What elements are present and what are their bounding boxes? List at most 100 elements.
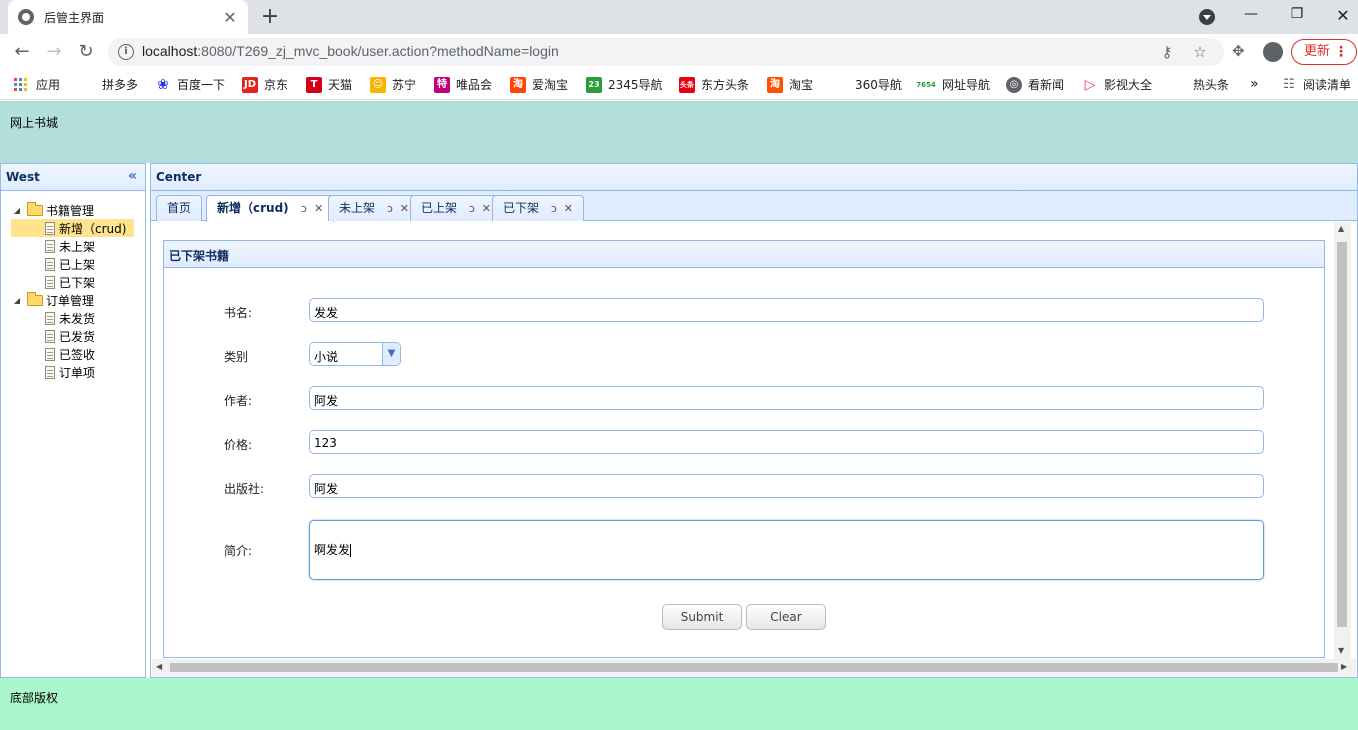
tab-home[interactable]: 首页 xyxy=(156,195,203,221)
7654-icon: 7654 xyxy=(916,80,936,89)
tab-delisted[interactable]: 已下架 ↄ ✕ xyxy=(492,195,584,221)
bookmark-reading-list[interactable]: ☷ 阅读清单 xyxy=(1281,76,1351,93)
bookmark-retoutiao[interactable]: 热头条 xyxy=(1193,76,1229,93)
scroll-left-icon[interactable]: ◀ xyxy=(156,662,162,671)
author-field[interactable]: 阿发 xyxy=(309,386,1264,410)
expand-triangle-icon[interactable]: ◢ xyxy=(11,206,23,215)
intro-label: 简介: xyxy=(224,544,253,558)
tab-refresh-icon[interactable]: ↄ xyxy=(469,202,475,215)
expand-triangle-icon[interactable]: ◢ xyxy=(11,296,23,305)
forward-button[interactable]: → xyxy=(42,41,66,63)
tab-close-icon[interactable]: ✕ xyxy=(314,202,323,215)
more-bookmarks-icon[interactable]: » xyxy=(1250,76,1259,92)
update-button[interactable]: 更新 ⋮ xyxy=(1291,39,1357,65)
tree-node-add-crud[interactable]: 新增（crud) xyxy=(11,219,134,237)
west-panel: West « ◢ 书籍管理 新增（crud) 未上架 已上架 已下架 ◢ 订单管… xyxy=(0,163,146,678)
tab-refresh-icon[interactable]: ↄ xyxy=(387,202,393,215)
form-title: 已下架书籍 xyxy=(169,249,230,263)
tab-add-crud[interactable]: 新增（crud) ↄ ✕ xyxy=(206,195,335,222)
tree-node-book-management[interactable]: ◢ 书籍管理 xyxy=(11,201,145,219)
category-select[interactable]: 小说 ▼ xyxy=(309,342,401,366)
tree-node-shipped[interactable]: 已发货 xyxy=(11,327,145,345)
horizontal-scrollbar[interactable]: ◀ ▶ xyxy=(152,659,1356,676)
restore-button[interactable]: ❐ xyxy=(1285,6,1309,22)
bookmark-apps[interactable]: 应用 xyxy=(14,76,60,93)
intro-text: 啊发发 xyxy=(314,543,351,557)
back-button[interactable]: ← xyxy=(10,41,34,63)
url-text[interactable]: localhost:8080/T269_zj_mvc_book/user.act… xyxy=(142,43,559,59)
submit-button[interactable]: Submit xyxy=(662,604,742,630)
tree-node-not-listed[interactable]: 未上架 xyxy=(11,237,145,255)
tab-listed[interactable]: 已上架 ↄ ✕ xyxy=(410,195,502,221)
vertical-scrollbar[interactable]: ▲ ▼ xyxy=(1334,222,1351,659)
aitaobao-icon: 淘 xyxy=(510,76,526,93)
menu-dots-icon[interactable]: ⋮ xyxy=(1334,40,1348,64)
minimize-button[interactable]: — xyxy=(1239,6,1263,22)
publisher-field[interactable]: 阿发 xyxy=(309,474,1264,498)
tab-refresh-icon[interactable]: ↄ xyxy=(551,202,557,215)
scroll-down-icon[interactable]: ▼ xyxy=(1338,646,1344,655)
tab-close-icon[interactable]: ✕ xyxy=(482,202,491,215)
address-bar[interactable]: i localhost:8080/T269_zj_mvc_book/user.a… xyxy=(108,38,1224,66)
bookmark-toutiao[interactable]: 头条 东方头条 xyxy=(679,76,749,93)
tree-node-order-management[interactable]: ◢ 订单管理 xyxy=(11,291,145,309)
tree-node-order-items[interactable]: 订单项 xyxy=(11,363,145,381)
price-label: 价格: xyxy=(224,438,253,452)
jd-icon: JD xyxy=(242,76,258,93)
bookmark-pinduoduo[interactable]: 拼多多 xyxy=(102,76,138,93)
name-field[interactable]: 发发 xyxy=(309,298,1264,322)
bookmark-taobao[interactable]: 淘淘宝 xyxy=(767,76,813,93)
north-region: 网上书城 xyxy=(0,101,1358,163)
vertical-scroll-thumb[interactable] xyxy=(1337,242,1347,627)
bookmark-vip[interactable]: 特唯品会 xyxy=(434,76,492,93)
tab-search-icon[interactable] xyxy=(1199,9,1215,25)
clear-button[interactable]: Clear xyxy=(746,604,826,630)
bookmark-suning[interactable]: ☺ 苏宁 xyxy=(370,76,416,93)
2345-icon: 23 xyxy=(586,76,602,93)
tree-node-listed[interactable]: 已上架 xyxy=(11,255,145,273)
bookmark-kanxinwen[interactable]: ◎ 看新闻 xyxy=(1006,76,1064,93)
file-icon xyxy=(45,365,55,379)
site-title: 网上书城 xyxy=(10,116,59,130)
browser-tab[interactable]: 后管主界面 ✕ xyxy=(8,0,248,34)
tab-not-listed[interactable]: 未上架 ↄ ✕ xyxy=(328,195,420,221)
scroll-up-icon[interactable]: ▲ xyxy=(1338,224,1344,233)
tree-node-unshipped[interactable]: 未发货 xyxy=(11,309,145,327)
new-tab-button[interactable]: + xyxy=(258,5,282,29)
close-tab-icon[interactable]: ✕ xyxy=(222,8,238,27)
bookmarks-bar: 应用 拼多多 ❀ 百度一下 JD 京东 T 天猫 ☺ 苏宁 特唯品会 淘爱淘宝 23 23… xyxy=(0,70,1358,100)
file-icon xyxy=(45,311,55,325)
bookmark-jd[interactable]: JD 京东 xyxy=(242,76,288,93)
play-icon: ▷ xyxy=(1084,76,1096,93)
scroll-right-icon[interactable]: ▶ xyxy=(1341,662,1347,671)
tab-close-icon[interactable]: ✕ xyxy=(400,202,409,215)
horizontal-scroll-thumb[interactable] xyxy=(170,663,1338,672)
key-icon[interactable]: ⚷ xyxy=(1158,43,1176,61)
toutiao-icon: 头条 xyxy=(679,76,695,93)
bookmark-aitaobao[interactable]: 淘爱淘宝 xyxy=(510,76,568,93)
star-icon[interactable]: ☆ xyxy=(1191,43,1209,61)
bookmark-360[interactable]: 360导航 xyxy=(855,76,902,93)
tree-node-signed[interactable]: 已签收 xyxy=(11,345,145,363)
price-field[interactable]: 123 xyxy=(309,430,1264,454)
tab-close-icon[interactable]: ✕ xyxy=(564,202,573,215)
bookmark-yingshi[interactable]: ▷ 影视大全 xyxy=(1082,76,1152,93)
file-icon xyxy=(45,221,55,235)
profile-avatar-icon[interactable] xyxy=(1263,42,1283,62)
chevron-down-icon[interactable]: ▼ xyxy=(382,343,400,365)
info-icon[interactable]: i xyxy=(118,44,134,60)
extensions-icon[interactable]: ✥ xyxy=(1232,42,1245,60)
bookmark-2345[interactable]: 23 2345导航 xyxy=(586,76,663,93)
menu-tree: ◢ 书籍管理 新增（crud) 未上架 已上架 已下架 ◢ 订单管理 未发货 已… xyxy=(1,191,145,381)
tree-node-delisted[interactable]: 已下架 xyxy=(11,273,145,291)
browser-tabstrip: 后管主界面 ✕ + — ❐ ✕ xyxy=(0,0,1358,34)
reload-button[interactable]: ↻ xyxy=(74,41,98,63)
bookmark-baidu[interactable]: ❀ 百度一下 xyxy=(155,76,225,93)
close-window-button[interactable]: ✕ xyxy=(1331,6,1355,25)
bookmark-7654[interactable]: 7654 网址导航 xyxy=(916,76,990,93)
intro-textarea[interactable]: 啊发发 xyxy=(309,520,1264,580)
folder-open-icon xyxy=(27,291,43,306)
bookmark-tmall[interactable]: T 天猫 xyxy=(306,76,352,93)
collapse-left-icon[interactable]: « xyxy=(128,168,137,184)
tab-refresh-icon[interactable]: ↄ xyxy=(301,202,307,215)
